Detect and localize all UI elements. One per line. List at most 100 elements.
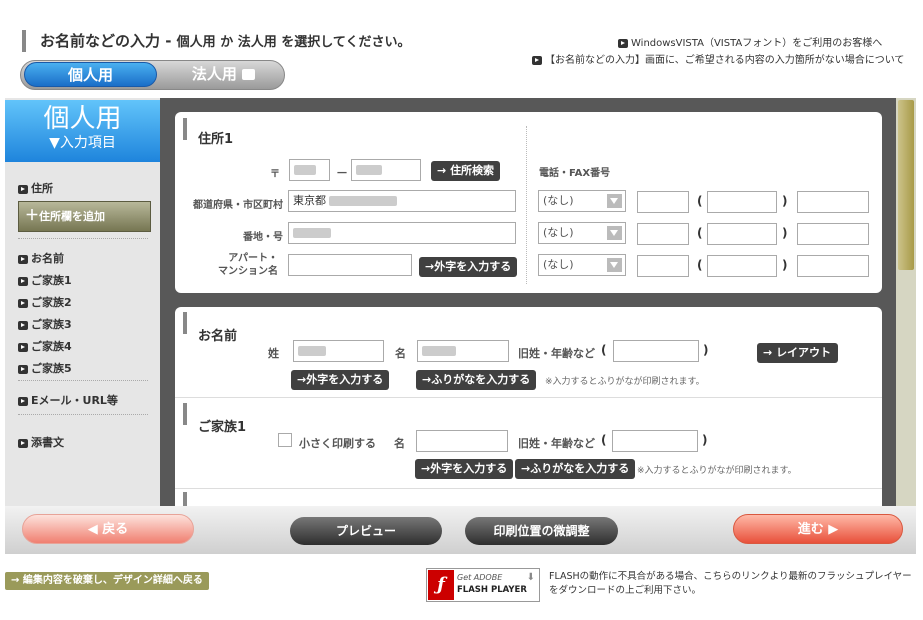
open-paren: ( [601,343,607,357]
chevron-down-icon [607,194,622,208]
arrow-square-icon [18,298,28,308]
phone-type-value: (なし) [543,258,574,271]
sidebar-item-family3[interactable]: ご家族3 [18,316,72,332]
plus-icon: ＋ [25,208,39,224]
name-furigana-button[interactable]: →ふりがなを入力する [416,370,537,390]
flash-logo-icon: ƒ [428,570,454,600]
phone1-area-input[interactable] [637,191,689,213]
address-search-label: 住所検索 [450,164,495,177]
phone2-exchange-input[interactable] [707,223,777,245]
banchi-input[interactable] [288,222,516,244]
old-name-input[interactable] [613,340,699,362]
masked-text [422,346,456,356]
sidebar-item-label: ご家族3 [31,318,72,331]
postal-dash: － [335,166,348,180]
back-button-label: 戻る [102,522,129,537]
phone-type-select-3[interactable]: (なし) [538,254,626,276]
sidebar-item-label: Eメール・URL等 [31,394,118,407]
sidebar-item-address[interactable]: 住所 [18,180,53,196]
arrow-square-icon [18,276,28,286]
download-arrow-icon: ⬇ [526,572,535,583]
add-address-button[interactable]: ＋住所欄を追加 [18,201,151,232]
prefecture-input[interactable]: 東京都 [288,190,516,212]
apartment-input[interactable] [288,254,412,276]
sidebar-item-label: 住所 [31,182,53,195]
open-paren: ( [697,226,703,240]
sidebar-item-family2[interactable]: ご家族2 [18,294,72,310]
sidebar-item-label: 添書文 [31,436,64,449]
flash-note: FLASHの動作に不具合がある場合、こちらのリンクより最新のフラッシュプレイヤー… [549,571,912,596]
arrow-square-icon [532,55,542,65]
page-title-sub: 個人用 か 法人用 を選択してください。 [176,35,411,50]
gaiji-button-label: 外字を入力する [306,373,384,386]
furigana-note: ※入力するとふりがなが印刷されます。 [545,377,705,387]
address-gaiji-button[interactable]: →外字を入力する [419,257,518,277]
phone1-number-input[interactable] [797,191,869,213]
banchi-label: 番地・号 [243,232,283,243]
family1-gaiji-button[interactable]: →外字を入力する [415,459,514,479]
phone-type-value: (なし) [543,226,574,239]
address-search-button[interactable]: → 住所検索 [431,161,501,181]
phone-type-value: (なし) [543,194,574,207]
print-position-adjust-button[interactable]: 印刷位置の微調整 [465,517,618,545]
phone1-exchange-input[interactable] [707,191,777,213]
postal-code-2-input[interactable] [351,159,421,181]
discard-link-label: 編集内容を破棄し、デザイン詳細へ戻る [22,575,203,586]
preview-button[interactable]: プレビュー [290,517,442,545]
sidebar-item-label: ご家族2 [31,296,72,309]
sidebar-item-attachment[interactable]: 添書文 [18,434,64,450]
tab-individual[interactable]: 個人用 [24,62,157,87]
layout-button[interactable]: → レイアウト [757,343,838,363]
next-button-label: 進む [797,522,824,537]
chevron-down-icon [607,226,622,240]
family1-old-name-input[interactable] [612,430,698,452]
close-paren: ) [782,226,788,240]
name-gaiji-button[interactable]: →外字を入力する [291,370,390,390]
masked-text [294,165,316,175]
back-button[interactable]: ◀ 戻る [22,514,194,544]
sidebar-item-family4[interactable]: ご家族4 [18,338,72,354]
family1-furigana-button[interactable]: →ふりがなを入力する [515,459,636,479]
phone-type-select-1[interactable]: (なし) [538,190,626,212]
title-accent-bar [22,30,26,52]
apartment-label-line1: アパート・ [228,253,278,264]
sidebar-item-email[interactable]: Eメール・URL等 [18,392,118,408]
vista-link[interactable]: WindowsVISTA（VISTAフォント）をご利用のお客様へ [618,34,882,49]
phone2-area-input[interactable] [637,223,689,245]
sidebar-item-name[interactable]: お名前 [18,250,64,266]
open-paren: ( [697,194,703,208]
arrow-left-square-icon: ◀ [87,522,98,537]
postal-code-1-input[interactable] [289,159,330,181]
surname-label: 姓 [268,347,279,360]
close-paren: ) [702,433,708,447]
phone3-exchange-input[interactable] [707,255,777,277]
arrow-square-icon [18,342,28,352]
phone-type-select-2[interactable]: (なし) [538,222,626,244]
scrollbar-thumb[interactable] [898,100,914,270]
phone3-area-input[interactable] [637,255,689,277]
gaiji-button-label: 外字を入力する [434,260,512,273]
family1-given-name-input[interactable] [416,430,508,452]
section-accent-bar [183,403,187,425]
flash-get-label: Get ADOBE [457,573,503,582]
arrow-right-square-icon: ▶ [828,522,839,537]
layout-button-label: レイアウト [776,346,832,359]
surname-input[interactable] [293,340,384,362]
sidebar-item-family1[interactable]: ご家族1 [18,272,72,288]
tab-corporate[interactable]: 法人用 [170,62,280,87]
small-print-checkbox[interactable] [278,433,292,447]
sidebar-item-label: ご家族1 [31,274,72,287]
discard-and-return-link[interactable]: → 編集内容を破棄し、デザイン詳細へ戻る [5,572,209,590]
missing-field-link[interactable]: 【お名前などの入力】画面に、ご希望される内容の入力箇所がない場合について [532,51,904,66]
phone2-number-input[interactable] [797,223,869,245]
sidebar-item-family5[interactable]: ご家族5 [18,360,72,376]
apartment-label-line2: マンション名 [218,266,278,277]
arrow-right-icon: → [521,462,531,475]
close-paren: ) [782,258,788,272]
phone3-number-input[interactable] [797,255,869,277]
prefecture-label: 都道府県・市区町村 [193,200,283,211]
arrow-right-icon: → [437,164,447,177]
next-button[interactable]: 進む ▶ [733,514,903,544]
given-name-input[interactable] [417,340,509,362]
close-paren: ) [703,343,709,357]
